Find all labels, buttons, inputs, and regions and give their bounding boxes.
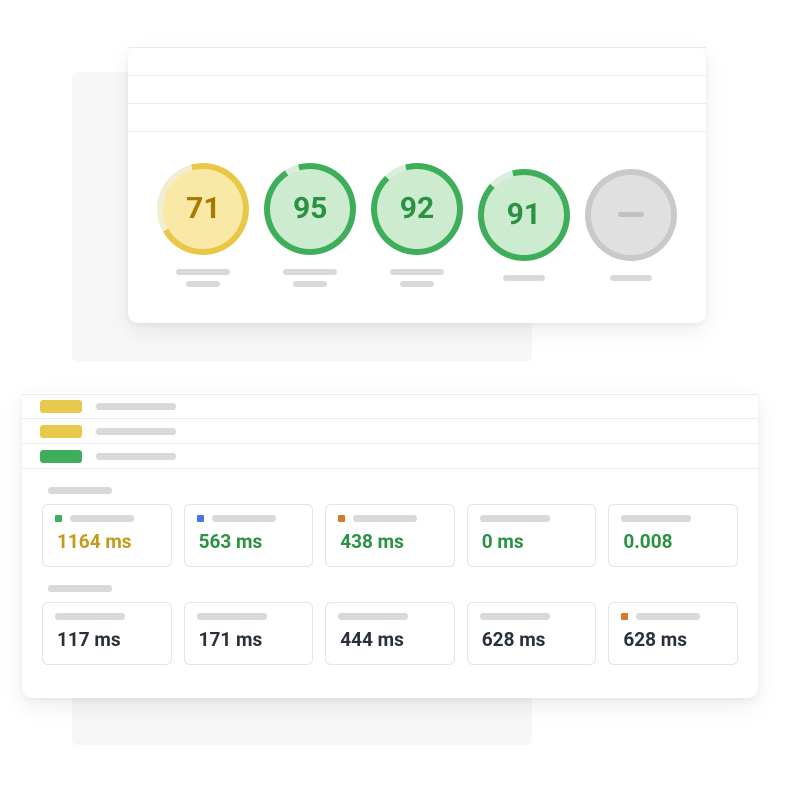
score-ring	[585, 169, 677, 261]
score-ring: 91	[478, 169, 570, 261]
section-label-stub	[48, 585, 112, 592]
header-row	[128, 48, 706, 76]
score-item: 71	[157, 163, 249, 287]
score-value: 95	[270, 169, 350, 249]
metric-label-stub	[197, 613, 267, 620]
metric-value: 628 ms	[621, 628, 725, 651]
metrics-row-1: 1164 ms 563 ms 438 ms 0 ms 0.008	[22, 504, 758, 567]
metric-value: 438 ms	[338, 530, 442, 553]
score-ring: 71	[157, 163, 249, 255]
metric-value: 0.008	[621, 530, 725, 553]
metric-label-stub	[636, 613, 700, 620]
audit-rows	[22, 392, 758, 469]
metric-head	[55, 613, 159, 620]
metric-head	[621, 515, 725, 522]
audit-chip	[40, 400, 82, 413]
score-label-stub	[390, 269, 444, 287]
header-row	[128, 104, 706, 132]
metric-dot-icon	[338, 515, 345, 522]
dash-icon	[618, 212, 644, 217]
metric-label-stub	[480, 515, 550, 522]
score-item: 95	[264, 163, 356, 287]
metric-head	[621, 613, 725, 620]
metric-head	[197, 515, 301, 522]
metric-head	[338, 613, 442, 620]
score-item: 91	[478, 169, 570, 281]
audit-label-stub	[96, 403, 176, 410]
score-value: 92	[377, 169, 457, 249]
audit-label-stub	[96, 453, 176, 460]
scores-body: 71 95 92 91	[128, 132, 706, 323]
metric-tile: 1164 ms	[42, 504, 172, 567]
metric-tile: 563 ms	[184, 504, 314, 567]
metric-value: 563 ms	[197, 530, 301, 553]
metrics-row-2: 117 ms 171 ms 444 ms 628 ms 628 ms	[22, 602, 758, 665]
score-ring: 92	[371, 163, 463, 255]
audit-row	[22, 394, 758, 419]
audit-chip	[40, 450, 82, 463]
metric-value: 117 ms	[55, 628, 159, 651]
score-value: 71	[163, 169, 243, 249]
metric-tile: 0.008	[608, 504, 738, 567]
metric-tile: 628 ms	[608, 602, 738, 665]
metric-head	[197, 613, 301, 620]
metric-value: 1164 ms	[55, 530, 159, 553]
metric-head	[480, 613, 584, 620]
metric-dot-icon	[197, 515, 204, 522]
metric-label-stub	[55, 613, 125, 620]
scores-card: 71 95 92 91	[128, 47, 706, 323]
metric-value: 0 ms	[480, 530, 584, 553]
scores-header-rows	[128, 47, 706, 132]
score-label-stub	[176, 269, 230, 287]
audit-label-stub	[96, 428, 176, 435]
metric-label-stub	[480, 613, 550, 620]
metric-value: 444 ms	[338, 628, 442, 651]
metric-tile: 0 ms	[467, 504, 597, 567]
audit-row	[22, 419, 758, 444]
score-item: 92	[371, 163, 463, 287]
header-row	[128, 76, 706, 104]
audit-row	[22, 444, 758, 469]
metric-value: 628 ms	[480, 628, 584, 651]
metric-tile: 444 ms	[325, 602, 455, 665]
metric-tile: 117 ms	[42, 602, 172, 665]
score-label-stub	[503, 275, 545, 281]
metric-value: 171 ms	[197, 628, 301, 651]
metric-tile: 628 ms	[467, 602, 597, 665]
metric-label-stub	[70, 515, 134, 522]
metric-tile: 171 ms	[184, 602, 314, 665]
metric-tile: 438 ms	[325, 504, 455, 567]
metrics-card: 1164 ms 563 ms 438 ms 0 ms 0.008 117 ms 171 m…	[22, 392, 758, 698]
metric-label-stub	[353, 515, 417, 522]
score-ring: 95	[264, 163, 356, 255]
metric-head	[480, 515, 584, 522]
metric-label-stub	[212, 515, 276, 522]
metric-label-stub	[621, 515, 691, 522]
metric-dot-icon	[621, 613, 628, 620]
section-label-stub	[48, 487, 112, 494]
metric-head	[55, 515, 159, 522]
score-label-stub	[610, 275, 652, 281]
metric-dot-icon	[55, 515, 62, 522]
score-value	[591, 175, 671, 255]
audit-chip	[40, 425, 82, 438]
metric-label-stub	[338, 613, 408, 620]
score-label-stub	[283, 269, 337, 287]
score-value: 91	[484, 175, 564, 255]
score-item	[585, 169, 677, 281]
metric-head	[338, 515, 442, 522]
